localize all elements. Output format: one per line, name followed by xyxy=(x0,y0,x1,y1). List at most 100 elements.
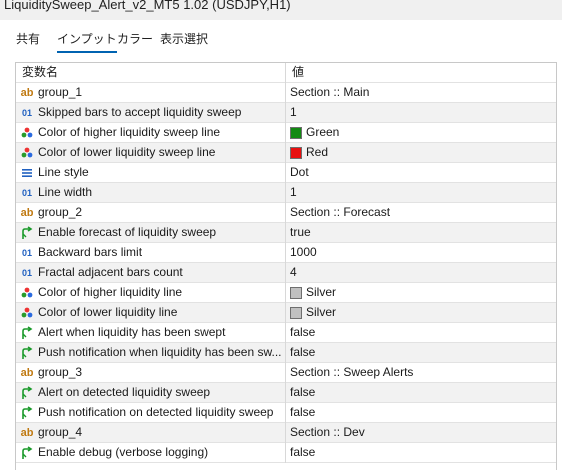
value-text: true xyxy=(290,225,311,239)
variable-name: Color of higher liquidity line xyxy=(38,285,183,299)
value-cell[interactable]: Section :: Sweep Alerts xyxy=(286,363,556,383)
value-cell[interactable]: false xyxy=(286,323,556,343)
table-row[interactable]: ab group_3 Section :: Sweep Alerts xyxy=(16,363,556,383)
tab-visualization[interactable]: 表示選択 xyxy=(160,30,208,47)
bool-icon xyxy=(20,406,34,420)
variable-cell: 01 Backward bars limit xyxy=(16,243,286,263)
variable-name: Alert when liquidity has been swept xyxy=(38,325,226,339)
table-row[interactable]: Color of lower liquidity line Silver xyxy=(16,303,556,323)
tab-inputs[interactable]: インプット xyxy=(57,30,117,53)
table-row[interactable]: ab group_2 Section :: Forecast xyxy=(16,203,556,223)
ab-icon: ab xyxy=(20,427,34,439)
bool-icon xyxy=(20,446,34,460)
bool-icon xyxy=(20,386,34,400)
value-text: Section :: Dev xyxy=(290,425,365,439)
value-cell[interactable]: false xyxy=(286,343,556,363)
tab-bar: 共有 インプット カラー 表示選択 xyxy=(0,20,562,54)
variable-cell: Push notification on detected liquidity … xyxy=(16,403,286,423)
value-cell[interactable]: 1000 xyxy=(286,243,556,263)
value-cell[interactable]: Section :: Main xyxy=(286,83,556,103)
table-row[interactable]: Color of higher liquidity line Silver xyxy=(16,283,556,303)
table-row[interactable]: Line style Dot xyxy=(16,163,556,183)
table-row[interactable]: 01 Skipped bars to accept liquidity sweep… xyxy=(16,103,556,123)
color-swatch xyxy=(290,147,302,159)
value-text: false xyxy=(290,405,316,419)
value-text: Section :: Forecast xyxy=(290,205,391,219)
value-cell[interactable]: 1 xyxy=(286,103,556,123)
value-cell[interactable]: Silver xyxy=(286,283,556,303)
value-text: false xyxy=(290,325,316,339)
value-cell[interactable]: Green xyxy=(286,123,556,143)
variable-name: group_4 xyxy=(38,425,83,439)
table-row[interactable]: Color of higher liquidity sweep line Gree… xyxy=(16,123,556,143)
value-cell[interactable]: Section :: Dev xyxy=(286,423,556,443)
table-row[interactable]: Alert on detected liquidity sweep false xyxy=(16,383,556,403)
ab-icon: ab xyxy=(20,207,34,219)
variable-name: Skipped bars to accept liquidity sweep xyxy=(38,105,242,119)
value-cell[interactable]: false xyxy=(286,443,556,463)
value-text: Silver xyxy=(306,305,337,319)
value-cell[interactable]: false xyxy=(286,383,556,403)
value-text: Section :: Main xyxy=(290,85,370,99)
table-row[interactable]: Color of lower liquidity sweep line Red xyxy=(16,143,556,163)
header-value[interactable]: 値 xyxy=(286,63,556,83)
value-text: Green xyxy=(306,125,340,139)
bool-icon xyxy=(20,326,34,340)
ab-icon: ab xyxy=(20,367,34,379)
variable-name: group_3 xyxy=(38,365,83,379)
variable-name: Color of higher liquidity sweep line xyxy=(38,125,221,139)
integer-icon: 01 xyxy=(21,268,32,278)
value-cell[interactable]: Silver xyxy=(286,303,556,323)
title-bar: LiquiditySweep_Alert_v2_MT5 1.02 (USDJPY… xyxy=(0,0,562,20)
table-row[interactable]: Alert when liquidity has been swept false xyxy=(16,323,556,343)
variable-cell: Color of lower liquidity sweep line xyxy=(16,143,286,163)
bool-icon xyxy=(20,226,34,240)
color-icon xyxy=(20,126,34,140)
variable-cell: Color of higher liquidity sweep line xyxy=(16,123,286,143)
enum-icon xyxy=(20,166,34,180)
variable-name: Alert on detected liquidity sweep xyxy=(38,385,211,399)
value-cell[interactable]: 1 xyxy=(286,183,556,203)
value-cell[interactable]: Dot xyxy=(286,163,556,183)
table-row[interactable]: 01 Backward bars limit 1000 xyxy=(16,243,556,263)
table-row[interactable]: 01 Fractal adjacent bars count 4 xyxy=(16,263,556,283)
tab-colors[interactable]: カラー xyxy=(117,30,153,47)
ab-icon: ab xyxy=(20,87,34,99)
table-row[interactable]: Enable debug (verbose logging) false xyxy=(16,443,556,463)
color-icon xyxy=(20,146,34,160)
table-row[interactable]: Push notification when liquidity has bee… xyxy=(16,343,556,363)
variable-cell: Alert when liquidity has been swept xyxy=(16,323,286,343)
variable-name: group_1 xyxy=(38,85,83,99)
variable-cell: 01 Fractal adjacent bars count xyxy=(16,263,286,283)
table-row[interactable]: 01 Line width 1 xyxy=(16,183,556,203)
value-cell[interactable]: false xyxy=(286,403,556,423)
table-row[interactable]: Push notification on detected liquidity … xyxy=(16,403,556,423)
inputs-table: 変数名 値 ab group_1 Section :: Main 01 Skipped … xyxy=(15,62,557,470)
value-text: Section :: Sweep Alerts xyxy=(290,365,414,379)
value-cell[interactable]: true xyxy=(286,223,556,243)
value-text: Dot xyxy=(290,165,309,179)
table-row[interactable]: ab group_1 Section :: Main xyxy=(16,83,556,103)
variable-cell: Line style xyxy=(16,163,286,183)
value-cell[interactable]: 4 xyxy=(286,263,556,283)
variable-cell: Color of lower liquidity line xyxy=(16,303,286,323)
tab-common[interactable]: 共有 xyxy=(16,30,40,47)
variable-name: Color of lower liquidity sweep line xyxy=(38,145,216,159)
variable-name: Enable forecast of liquidity sweep xyxy=(38,225,217,239)
value-text: 1 xyxy=(290,185,297,199)
color-icon xyxy=(20,306,34,320)
window-title: LiquiditySweep_Alert_v2_MT5 1.02 (USDJPY… xyxy=(4,0,291,12)
header-variable[interactable]: 変数名 xyxy=(16,63,286,83)
value-text: false xyxy=(290,445,316,459)
variable-name: Fractal adjacent bars count xyxy=(38,265,183,279)
variable-cell: Enable forecast of liquidity sweep xyxy=(16,223,286,243)
color-icon xyxy=(20,286,34,300)
variable-name: group_2 xyxy=(38,205,83,219)
value-cell[interactable]: Red xyxy=(286,143,556,163)
table-row[interactable]: ab group_4 Section :: Dev xyxy=(16,423,556,443)
variable-name: Enable debug (verbose logging) xyxy=(38,445,209,459)
variable-cell: 01 Skipped bars to accept liquidity sweep xyxy=(16,103,286,123)
value-cell[interactable]: Section :: Forecast xyxy=(286,203,556,223)
table-row[interactable]: Enable forecast of liquidity sweep true xyxy=(16,223,556,243)
value-text: Silver xyxy=(306,285,337,299)
